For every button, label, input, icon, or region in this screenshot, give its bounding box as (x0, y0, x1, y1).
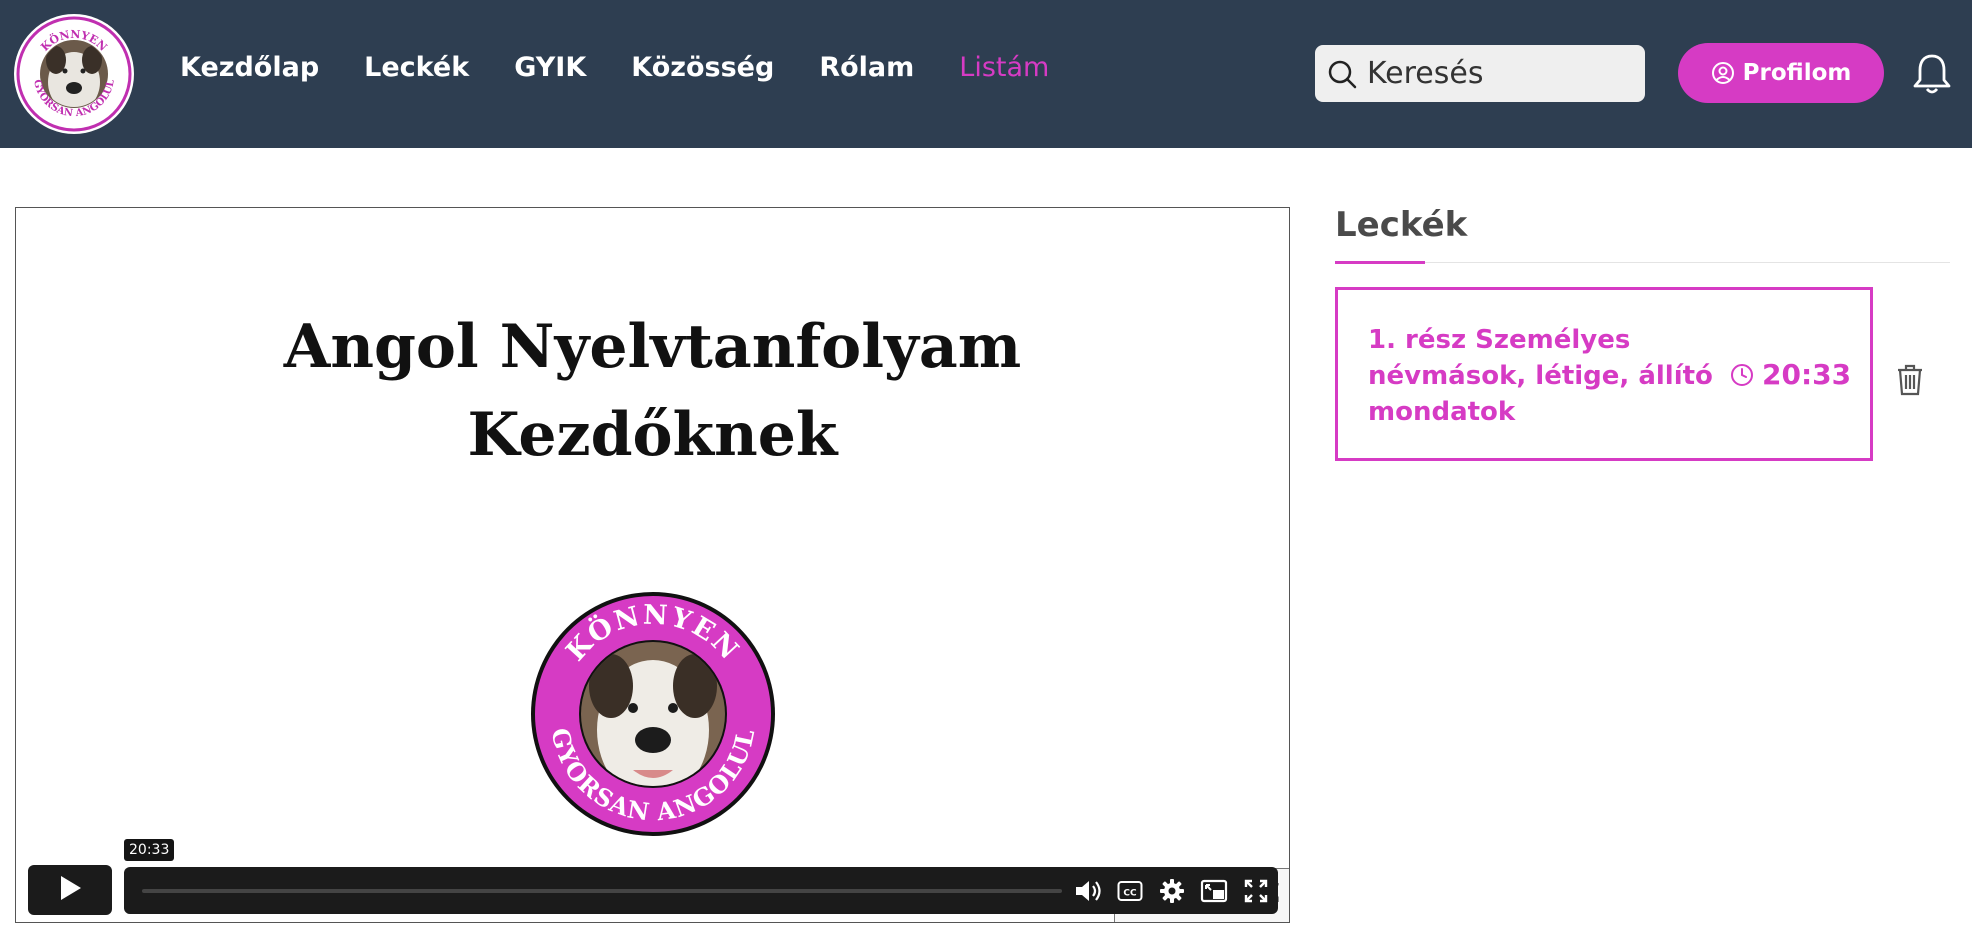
video-title-slide: Angol Nyelvtanfolyam Kezdőknek (16, 303, 1289, 479)
progress-bar[interactable] (142, 889, 1062, 893)
video-title-line2: Kezdőknek (467, 400, 838, 470)
lesson-title: 1. rész Személyes névmások, létige, állí… (1368, 325, 1713, 427)
duration-tooltip: 20:33 (124, 839, 175, 861)
volume-icon[interactable] (1072, 875, 1104, 907)
video-title-line1: Angol Nyelvtanfolyam (283, 312, 1022, 382)
search-input[interactable] (1367, 56, 1637, 91)
settings-icon[interactable] (1156, 875, 1188, 907)
search-icon (1327, 58, 1359, 90)
search-box (1315, 45, 1645, 102)
video-player[interactable]: Angol Nyelvtanfolyam Kezdőknek KÖNNYEN G… (15, 207, 1290, 923)
play-icon (58, 875, 82, 905)
profile-button[interactable]: Profilom (1678, 43, 1884, 103)
play-button[interactable] (28, 865, 112, 915)
nav-item-kezdolap[interactable]: Kezdőlap (180, 52, 319, 83)
lesson-duration-value: 20:33 (1762, 358, 1852, 391)
lesson-duration: 20:33 (1730, 358, 1851, 391)
heading-underline (1335, 261, 1425, 264)
top-navbar: KÖNNYEN GYORSAN ANGOLUL Kezdőlap Leckék … (0, 0, 1972, 148)
lessons-heading: Leckék (1335, 205, 1468, 245)
lesson-item[interactable]: 1. rész Személyes névmások, létige, állí… (1335, 287, 1873, 461)
logo-badge: KÖNNYEN GYORSAN ANGOLUL (16, 16, 132, 132)
user-circle-icon (1711, 61, 1735, 85)
svg-text:CC: CC (1123, 889, 1137, 899)
nav-item-gyik[interactable]: GYIK (514, 52, 586, 83)
fullscreen-icon[interactable] (1240, 875, 1272, 907)
clock-icon (1730, 363, 1754, 387)
control-bar: CC (124, 867, 1278, 914)
site-logo[interactable]: KÖNNYEN GYORSAN ANGOLUL (14, 14, 134, 134)
trash-icon[interactable] (1896, 364, 1926, 398)
nav-item-kozosseg[interactable]: Közösség (631, 52, 774, 83)
video-logo-badge: KÖNNYEN GYORSAN ANGOLUL (531, 592, 775, 836)
nav-item-listam[interactable]: Listám (959, 52, 1049, 83)
heading-divider (1335, 262, 1950, 263)
cc-icon[interactable]: CC (1114, 875, 1146, 907)
profile-button-label: Profilom (1742, 60, 1852, 86)
bell-icon[interactable] (1912, 53, 1952, 95)
player-controls: 20:33 CC (28, 839, 1278, 917)
pip-icon[interactable] (1198, 875, 1230, 907)
nav-item-rolam[interactable]: Rólam (819, 52, 914, 83)
nav-item-leckek[interactable]: Leckék (364, 52, 469, 83)
main-nav: Kezdőlap Leckék GYIK Közösség Rólam List… (180, 52, 1094, 83)
